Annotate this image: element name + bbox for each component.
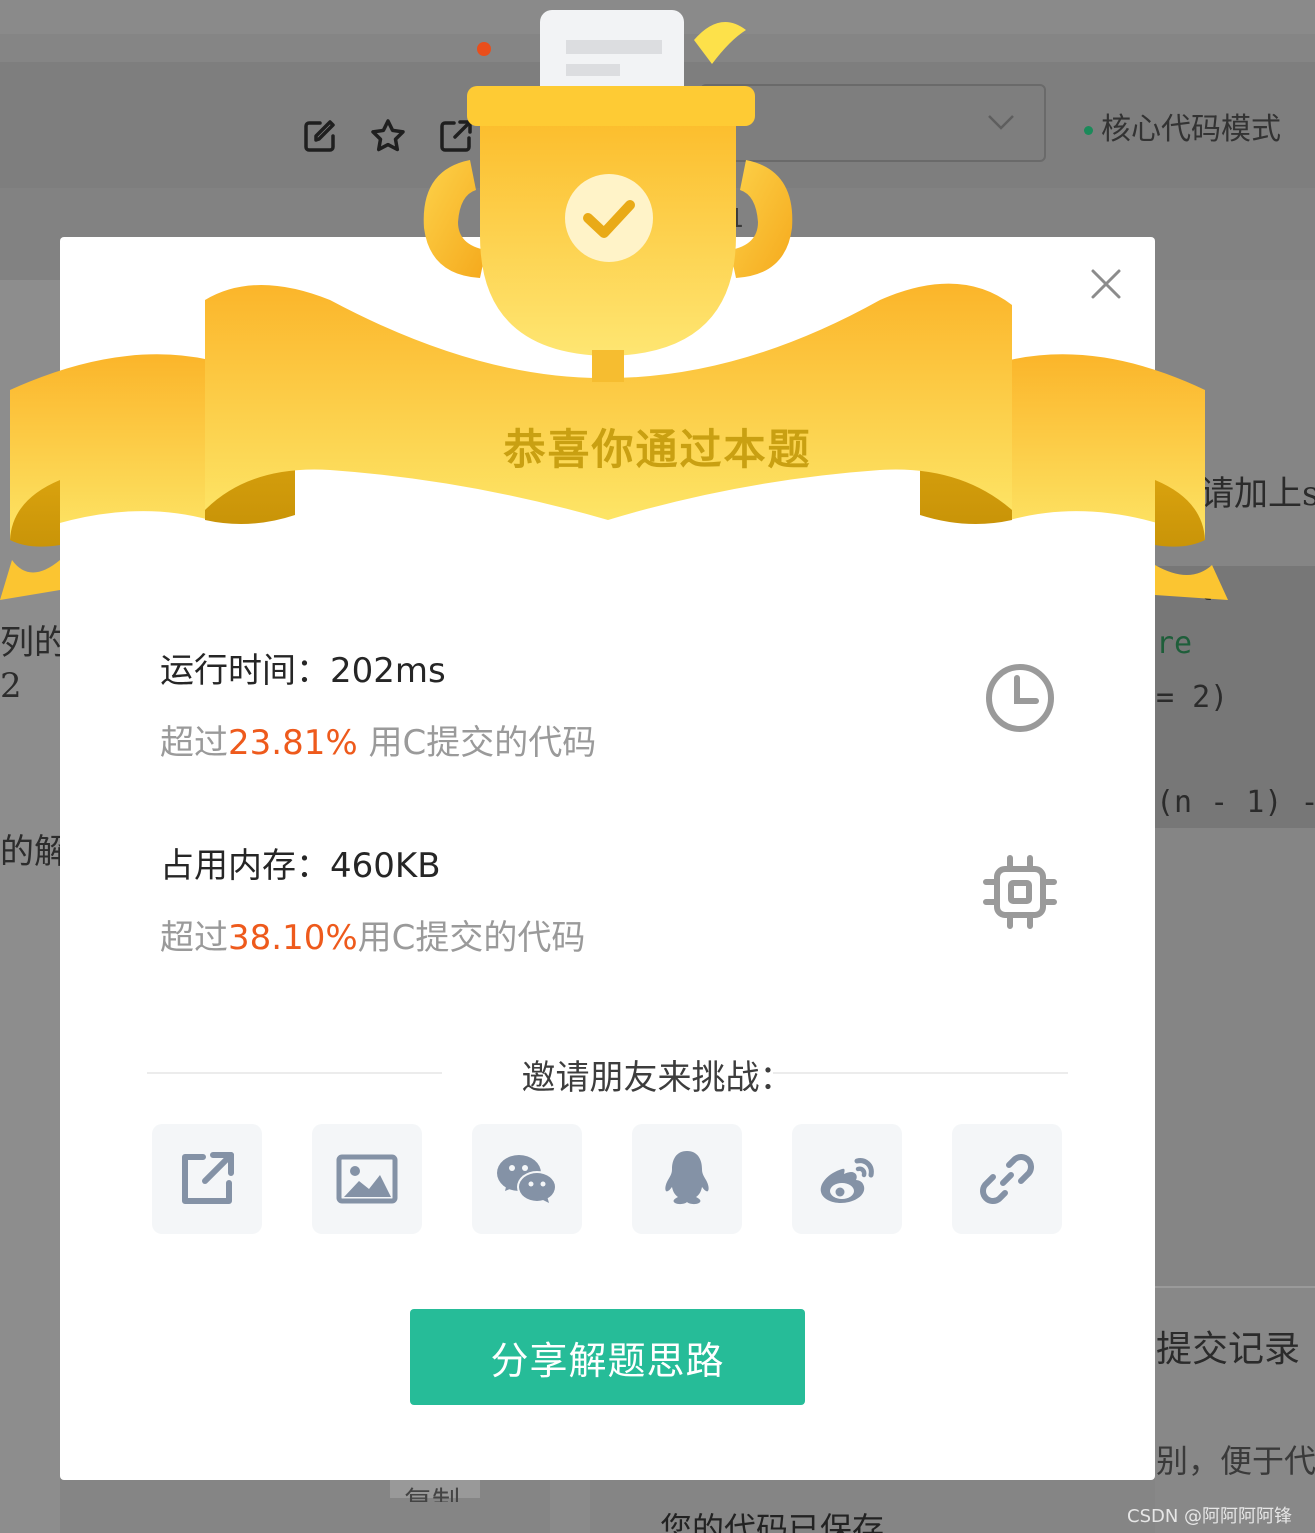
qq-icon <box>665 1151 709 1205</box>
code-line: re <box>1156 626 1193 661</box>
runtime-beat-percent: 23.81% <box>228 723 358 763</box>
language-select[interactable] <box>700 84 1046 162</box>
memory-chip-icon <box>983 855 1057 929</box>
share-weibo-button[interactable] <box>792 1124 902 1234</box>
wechat-icon <box>497 1155 557 1203</box>
watermark: CSDN @阿阿阿阿锋 <box>1127 1506 1293 1527</box>
memory-beat-text: 超过38.10%用C提交的代码 <box>160 918 586 958</box>
hint-text: 别，便于代码 <box>1156 1442 1315 1480</box>
share-image-button[interactable] <box>312 1124 422 1234</box>
code-line: (n - 1) - <box>1156 785 1315 820</box>
chevron-down-icon <box>988 115 1014 130</box>
memory-label: 占用内存： <box>160 846 330 886</box>
memory-stat: 占用内存：460KB <box>160 838 441 887</box>
problem-text-fragment: 的解 <box>0 832 68 872</box>
code-line: 1 ** <box>728 204 791 234</box>
problem-panel <box>0 280 60 1533</box>
runtime-beat-text: 超过23.81% 用C提交的代码 <box>160 723 597 763</box>
runtime-label: 运行时间： <box>160 651 330 691</box>
memory-beat-percent: 38.10% <box>228 918 358 958</box>
open-external-icon[interactable] <box>438 118 474 154</box>
clock-icon <box>986 664 1054 732</box>
code-line: { <box>1196 568 1215 603</box>
code-line: = 2) <box>1156 680 1229 715</box>
page-top-strip <box>0 0 1315 34</box>
runtime-value: 202ms <box>330 651 446 691</box>
share-external-button[interactable] <box>152 1124 262 1234</box>
submit-record-tab[interactable]: 提交记录 <box>1156 1320 1300 1372</box>
code-comment-fragment: 请加上s <box>1200 474 1315 514</box>
star-icon[interactable] <box>370 118 406 154</box>
copy-button[interactable]: 复制 <box>404 1480 460 1502</box>
share-solution-button[interactable]: 分享解题思路 <box>410 1309 805 1405</box>
copy-link-button[interactable] <box>952 1124 1062 1234</box>
close-icon[interactable] <box>1086 264 1126 304</box>
saved-status-text: 您的代码已保存 <box>660 1510 885 1533</box>
weibo-icon <box>820 1158 874 1203</box>
notification-dot <box>477 42 491 56</box>
code-mode-label[interactable]: 核心代码模式 <box>1084 104 1281 148</box>
problem-math-fragment: 2 <box>0 666 22 706</box>
invite-label: 邀请朋友来挑战： <box>521 1058 794 1098</box>
link-icon <box>980 1154 1034 1204</box>
edit-icon[interactable] <box>302 118 338 154</box>
memory-value: 460KB <box>330 846 441 886</box>
image-share-icon <box>336 1154 398 1204</box>
runtime-stat: 运行时间：202ms <box>160 643 446 692</box>
status-dot <box>1084 126 1093 135</box>
share-wechat-button[interactable] <box>472 1124 582 1234</box>
external-share-icon <box>182 1152 234 1204</box>
share-qq-button[interactable] <box>632 1124 742 1234</box>
panel-divider <box>550 1480 590 1533</box>
